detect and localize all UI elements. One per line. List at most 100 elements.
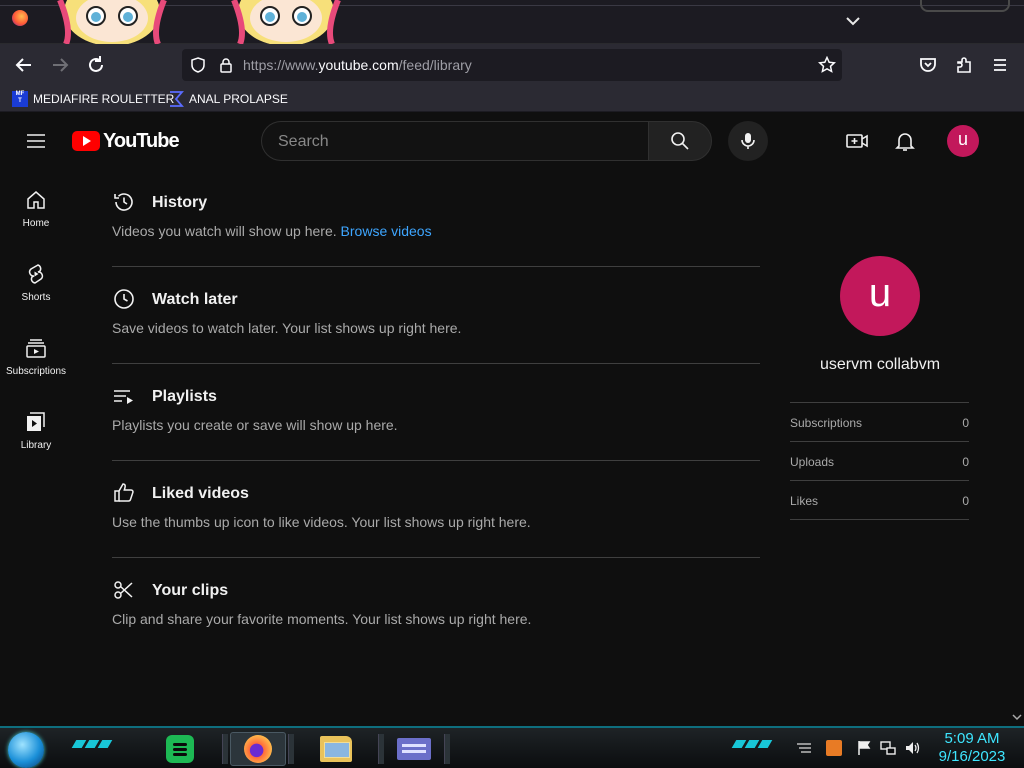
url-domain: youtube.com xyxy=(318,57,399,73)
shorts-icon xyxy=(28,264,44,284)
stat-label: Likes xyxy=(790,494,819,508)
clock-time: 5:09 AM xyxy=(944,730,1000,747)
bookmarks-toolbar: MF T MEDIAFIRE ROULETTER ANAL PROLAPSE xyxy=(0,86,1024,112)
youtube-logo-text: YouTube xyxy=(103,129,180,152)
firefox-icon xyxy=(244,735,272,763)
stat-value: 0 xyxy=(962,494,969,508)
search-input[interactable] xyxy=(278,131,638,153)
history-desc-text: Videos you watch will show up here. xyxy=(112,223,337,239)
guide-label: Shorts xyxy=(21,292,51,303)
url-bar[interactable]: https://www.youtube.com/feed/library xyxy=(182,49,842,81)
create-video-icon[interactable] xyxy=(845,129,869,153)
lock-icon[interactable] xyxy=(218,57,234,73)
back-arrow-icon[interactable] xyxy=(13,54,35,76)
section-your-clips: Your clips Clip and share your favorite … xyxy=(112,558,760,655)
taskbar-separator xyxy=(444,734,450,764)
stat-row-uploads: Uploads 0 xyxy=(790,441,969,480)
scrollbar-down-arrow-icon[interactable] xyxy=(1010,710,1024,724)
section-description: Use the thumbs up icon to like videos. Y… xyxy=(112,514,531,530)
section-title[interactable]: History xyxy=(152,194,207,212)
bookmark-second[interactable]: ANAL PROLAPSE xyxy=(168,90,288,108)
taskbar-decoration-right xyxy=(731,740,773,750)
bookmark-label: ANAL PROLAPSE xyxy=(189,92,288,106)
taskbar-decoration-left xyxy=(71,740,113,750)
mediafire-favicon-icon: MF T xyxy=(12,91,28,107)
tracking-protection-shield-icon[interactable] xyxy=(190,57,206,73)
section-liked-videos: Liked videos Use the thumbs up icon to l… xyxy=(112,461,760,558)
taskbar: 5:09 AM 9/16/2023 xyxy=(0,726,1024,768)
url-text[interactable]: https://www.youtube.com/feed/library xyxy=(243,57,472,73)
file-explorer-icon xyxy=(320,736,352,762)
youtube-masthead: YouTube u xyxy=(0,112,1024,170)
pocket-icon[interactable] xyxy=(917,54,939,76)
section-title[interactable]: Playlists xyxy=(152,388,217,406)
taskbar-separator xyxy=(378,734,384,764)
url-prefix: https://www. xyxy=(243,57,319,73)
taskbar-file-explorer[interactable] xyxy=(308,732,364,766)
youtube-page: YouTube u Home Shorts xyxy=(0,112,1024,726)
browse-videos-link[interactable]: Browse videos xyxy=(341,223,432,239)
taskbar-separator xyxy=(222,734,228,764)
tray-app-icon[interactable] xyxy=(826,740,842,756)
bookmark-mediafire-rouletter[interactable]: MF T MEDIAFIRE ROULETTER xyxy=(12,90,174,108)
search-button[interactable] xyxy=(648,121,712,161)
section-title[interactable]: Watch later xyxy=(152,291,238,309)
section-history: History Videos you watch will show up he… xyxy=(112,170,760,267)
history-icon xyxy=(114,193,133,211)
list-tabs-chevron-icon[interactable] xyxy=(844,12,862,30)
volume-speaker-icon[interactable] xyxy=(904,740,920,756)
section-title[interactable]: Liked videos xyxy=(152,485,249,503)
youtube-play-icon xyxy=(72,131,100,151)
taskbar-spotify[interactable] xyxy=(152,732,208,766)
bookmark-star-icon[interactable] xyxy=(818,56,836,74)
guide-item-library[interactable]: Library xyxy=(0,392,72,466)
guide-label: Subscriptions xyxy=(5,366,67,377)
search-icon xyxy=(671,132,689,150)
sigma-favicon-icon xyxy=(170,91,184,107)
screen: https://www.youtube.com/feed/library MF T… xyxy=(0,0,1024,768)
account-avatar-button[interactable]: u xyxy=(947,125,979,157)
thumbs-up-icon xyxy=(114,483,134,502)
browser-navigation-bar: https://www.youtube.com/feed/library xyxy=(0,44,1024,86)
action-center-flag-icon[interactable] xyxy=(856,740,872,756)
url-path: /feed/library xyxy=(398,57,472,73)
profile-name: uservm collabvm xyxy=(819,356,941,373)
anime-character-decoration-right xyxy=(231,0,341,44)
guide-item-subscriptions[interactable]: Subscriptions xyxy=(0,318,72,392)
guide-item-home[interactable]: Home xyxy=(0,170,72,244)
section-description: Clip and share your favorite moments. Yo… xyxy=(112,611,532,627)
spotify-icon xyxy=(166,735,194,763)
forward-arrow-icon[interactable] xyxy=(49,54,71,76)
browser-tab-strip xyxy=(0,0,1024,44)
taskbar-app-window[interactable] xyxy=(386,732,442,766)
guide-label: Home xyxy=(22,218,50,229)
search-box xyxy=(261,121,648,161)
taskbar-firefox[interactable] xyxy=(230,732,286,766)
watch-later-icon xyxy=(114,289,134,309)
reload-icon[interactable] xyxy=(85,54,107,76)
notifications-bell-icon[interactable] xyxy=(893,129,917,153)
stat-row-subscriptions: Subscriptions 0 xyxy=(790,402,969,441)
app-window-icon xyxy=(397,738,431,760)
stat-label: Uploads xyxy=(790,455,835,469)
section-watch-later: Watch later Save videos to watch later. … xyxy=(112,267,760,364)
section-description: Videos you watch will show up here. Brow… xyxy=(112,223,432,239)
voice-search-button[interactable] xyxy=(728,121,768,161)
network-icon[interactable] xyxy=(880,740,896,756)
menu-hamburger-icon[interactable] xyxy=(989,54,1011,76)
playlists-icon xyxy=(114,390,133,404)
stat-value: 0 xyxy=(962,416,969,430)
profile-avatar: u xyxy=(840,256,920,336)
tray-lines-icon[interactable] xyxy=(796,740,812,756)
start-orb-icon[interactable] xyxy=(8,732,44,768)
anime-character-decoration-left xyxy=(57,0,167,44)
home-icon xyxy=(27,191,45,209)
extensions-puzzle-icon[interactable] xyxy=(953,54,975,76)
taskbar-clock[interactable]: 5:09 AM 9/16/2023 xyxy=(932,730,1012,766)
section-title[interactable]: Your clips xyxy=(152,582,228,600)
guide-menu-icon[interactable] xyxy=(26,131,46,151)
youtube-logo[interactable]: YouTube xyxy=(72,129,180,152)
firefox-tab-icon[interactable] xyxy=(12,10,28,26)
guide-item-shorts[interactable]: Shorts xyxy=(0,244,72,318)
stat-label: Subscriptions xyxy=(790,416,863,430)
